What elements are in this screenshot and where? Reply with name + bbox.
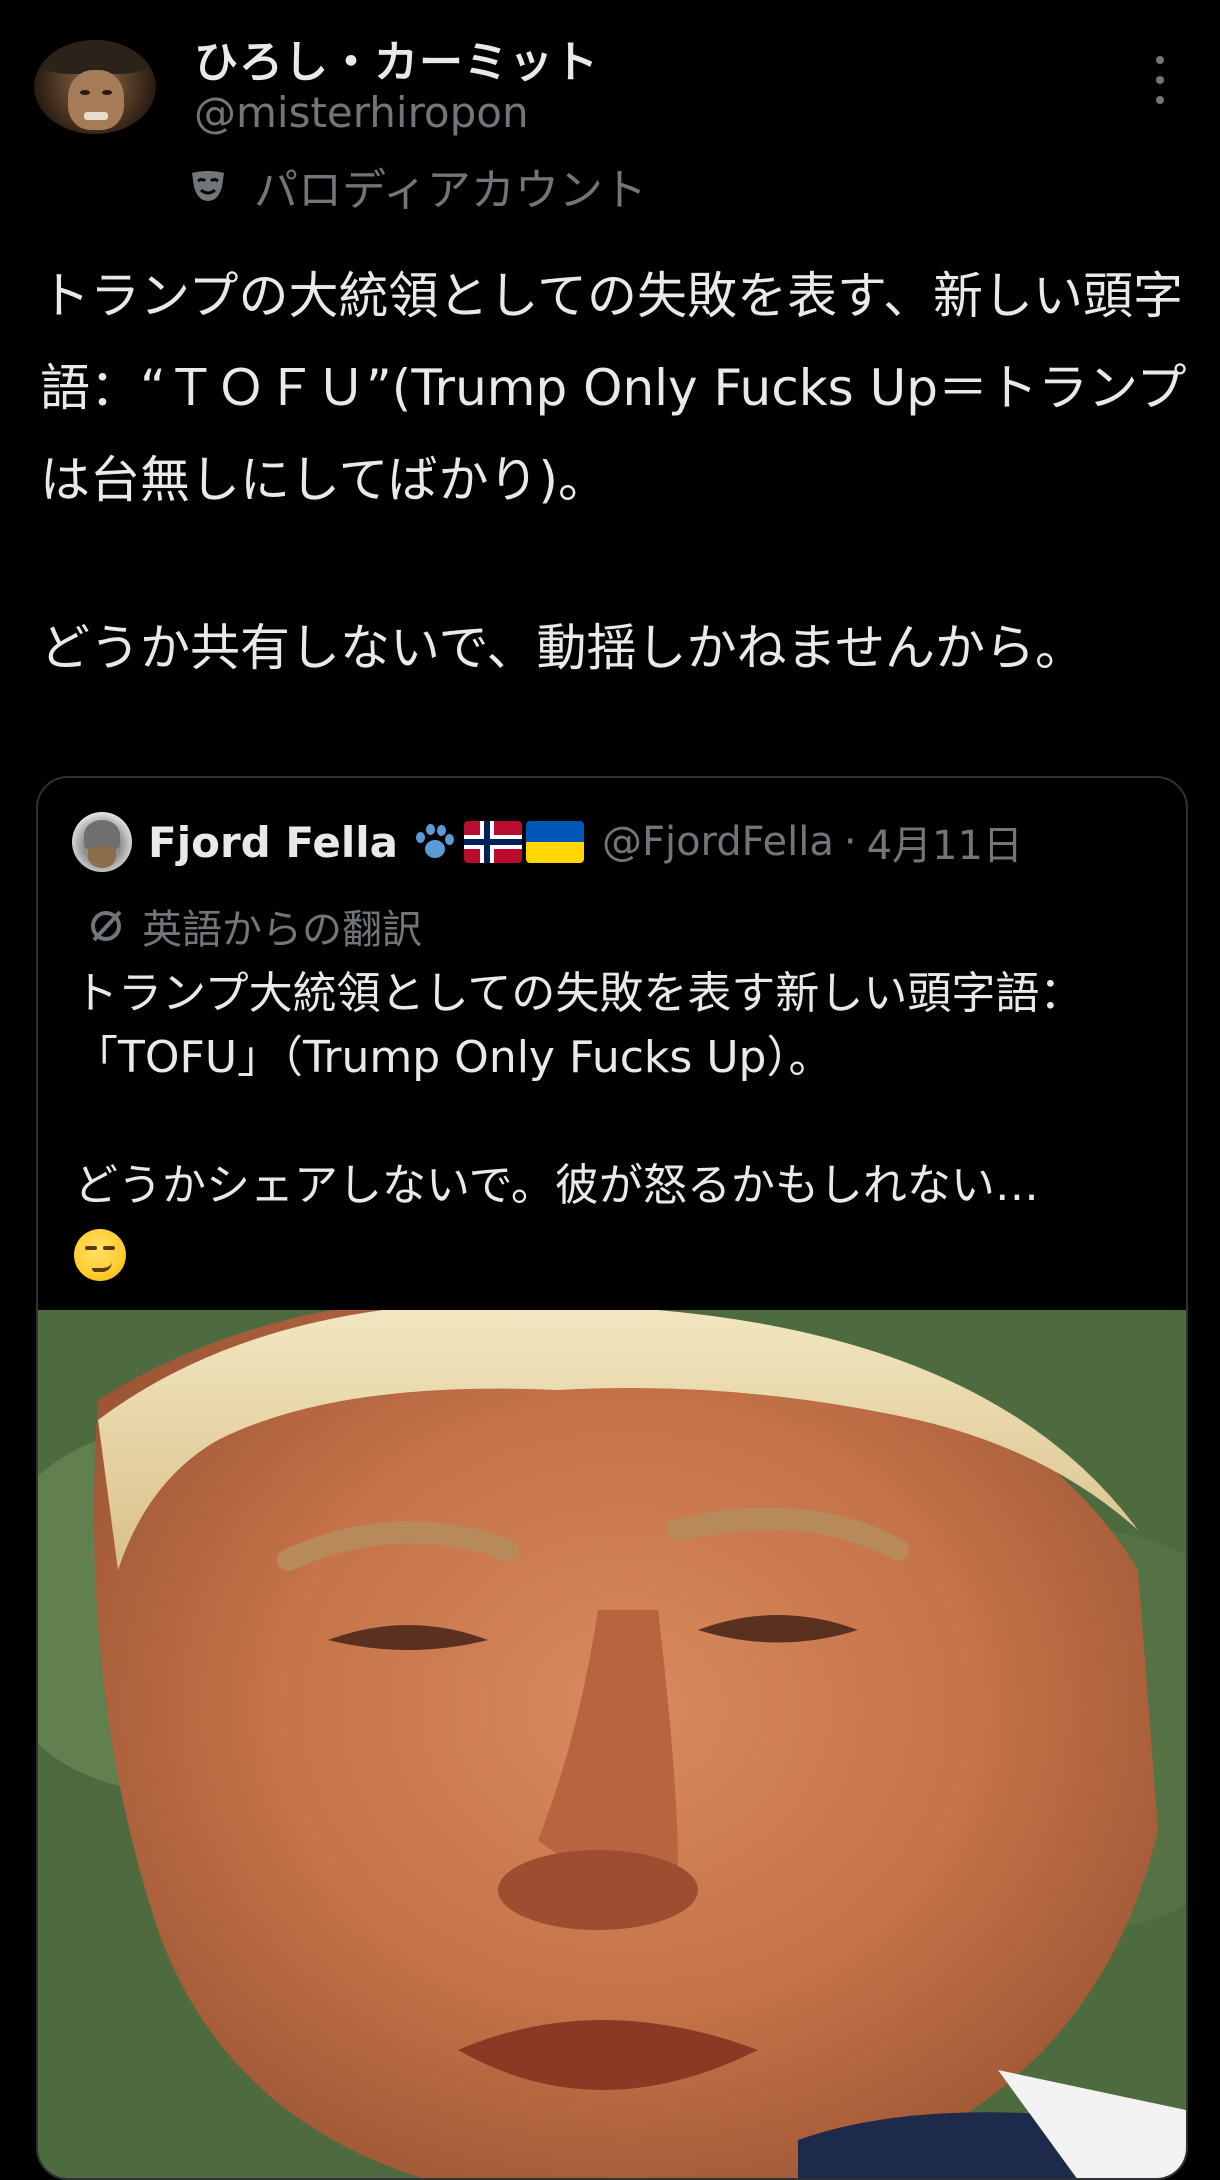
more-vertical-icon [1156,76,1164,84]
parody-account-label: パロディアカウント [190,156,647,216]
quoted-avatar[interactable] [72,812,132,872]
translation-label-text: 英語からの翻訳 [142,907,422,953]
mask-icon [192,171,224,201]
tweet-text: トランプの大統領としての失敗を表す、新しい頭字語：“ＴＯＦＵ”(Trump On… [40,250,1190,694]
author-avatar[interactable] [34,40,156,134]
more-vertical-icon [1156,96,1164,104]
avatar-mouth [84,112,108,120]
quoted-display-name[interactable]: Fjord Fella [148,818,398,867]
more-options-button[interactable] [1142,52,1178,108]
avatar-hat [40,40,150,74]
norway-flag-icon [463,821,522,863]
portrait-photo [38,1310,1186,2178]
quoted-photo[interactable] [38,1310,1186,2178]
parody-label-text: パロディアカウント [254,165,647,216]
avatar-face [68,70,124,130]
ukraine-flag-icon [525,821,584,863]
separator-dot: · [843,819,857,865]
quoted-date[interactable]: 4月11日 [867,813,1023,871]
quoted-paragraph: どうかシェアしないで。彼が怒るかもしれない… [74,1160,1039,1211]
avatar-eye [80,90,90,95]
tweet: ひろし・カーミット @misterhiropon パロディアカウント トランプの… [0,0,1220,2180]
author-handle[interactable]: @misterhiropon [194,88,529,137]
quoted-handle[interactable]: @FjordFella [602,819,834,865]
tweet-paragraph: どうか共有しないで、動揺しかねませんから。 [40,619,1085,677]
author-display-name[interactable]: ひろし・カーミット [194,26,599,90]
smirking-face-emoji [74,1229,126,1281]
translation-label[interactable]: 英語からの翻訳 [86,896,422,956]
quoted-paragraph: トランプ大統領としての失敗を表す新しい頭字語：「TOFU」（Trump Only… [74,968,1084,1083]
translate-icon [91,910,122,942]
paw-icon [412,822,456,862]
tweet-paragraph: トランプの大統領としての失敗を表す、新しい頭字語：“ＴＯＦＵ”(Trump On… [40,267,1187,509]
quoted-tweet[interactable]: Fjord Fella @FjordFella · 4月11日 英語からの翻訳 … [36,776,1188,2180]
quoted-text: トランプ大統領としての失敗を表す新しい頭字語：「TOFU」（Trump Only… [74,962,1154,1282]
more-vertical-icon [1156,56,1164,64]
avatar-eye [102,90,112,95]
quoted-header: Fjord Fella @FjordFella · 4月11日 [148,806,1023,878]
